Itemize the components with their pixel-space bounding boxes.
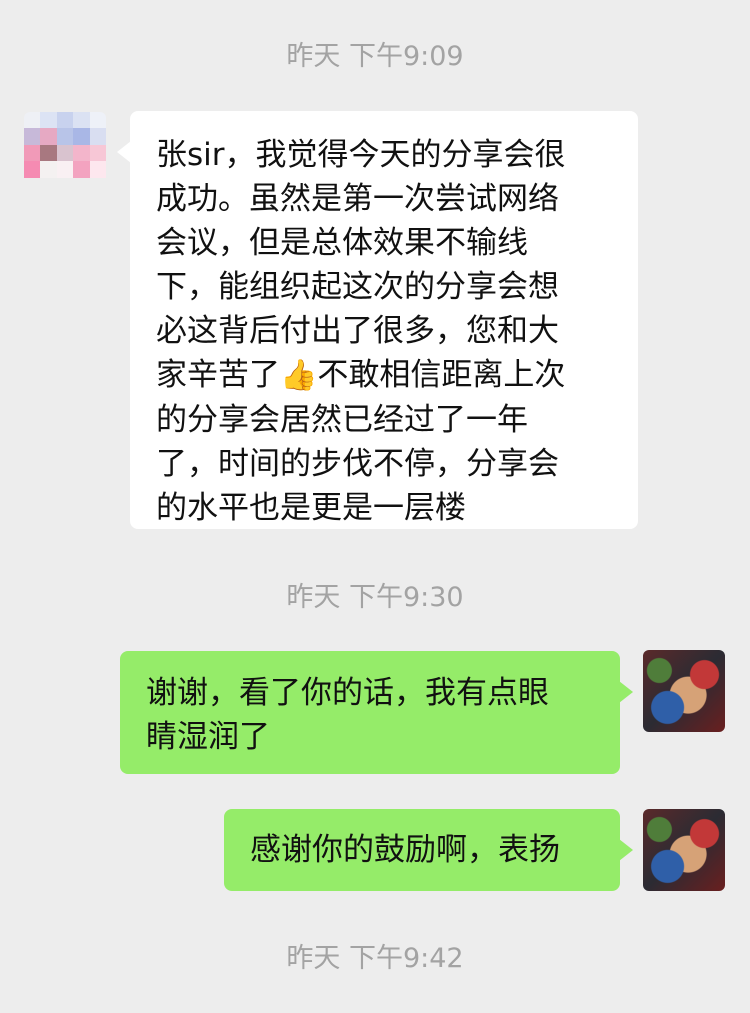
received-message-bubble[interactable]: 张sir，我觉得今天的分享会很 成功。虽然是第一次尝试网络 会议，但是总体效果不…	[117, 111, 638, 529]
message-line: 必这背后付出了很多，您和大	[156, 313, 559, 349]
message-line: 的水平也是更是一层楼	[156, 490, 466, 526]
timestamp: 昨天 下午9:30	[286, 582, 464, 613]
bubble-tail	[619, 839, 633, 861]
contact-avatar[interactable]	[24, 112, 106, 194]
message-line: 下，能组织起这次的分享会想	[156, 269, 559, 305]
message-line: 会议，但是总体效果不输线	[156, 225, 528, 261]
bubble-tail	[619, 681, 633, 703]
sent-message-bubble[interactable]: 谢谢，看了你的话，我有点眼 睛湿润了	[120, 651, 633, 774]
self-avatar[interactable]	[643, 650, 725, 732]
self-avatar[interactable]	[643, 809, 725, 891]
message-line: 张sir，我觉得今天的分享会很	[156, 137, 566, 173]
message-line: 成功。虽然是第一次尝试网络	[156, 181, 559, 217]
message-line: 睛湿润了	[146, 719, 270, 755]
sent-message-bubble[interactable]: 感谢你的鼓励啊，表扬	[224, 809, 633, 891]
message-line: 了，时间的步伐不停，分享会	[156, 446, 559, 482]
message-line: 的分享会居然已经过了一年	[156, 402, 528, 438]
message-text: 不敢相信距离上次	[317, 357, 566, 393]
message-line: 感谢你的鼓励啊，表扬	[250, 832, 560, 868]
timestamp: 昨天 下午9:09	[286, 41, 464, 72]
thumbs-up-icon: 👍	[280, 358, 318, 393]
message-line: 家辛苦了👍不敢相信距离上次	[156, 353, 612, 398]
message-line: 谢谢，看了你的话，我有点眼	[146, 675, 549, 711]
message-text: 家辛苦了	[156, 357, 280, 393]
timestamp: 昨天 下午9:42	[286, 943, 464, 974]
bubble-tail	[117, 141, 131, 163]
